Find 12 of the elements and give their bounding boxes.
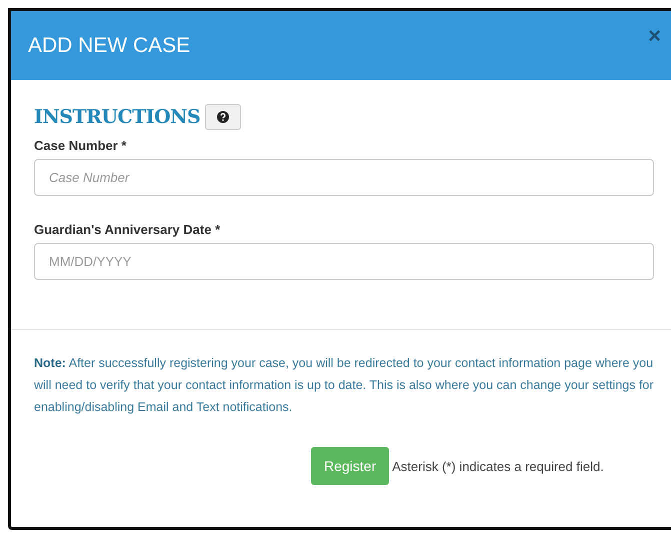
close-button[interactable]: ×	[648, 23, 661, 49]
required-hint: Asterisk (*) indicates a required field.	[392, 458, 604, 474]
modal-title: ADD NEW CASE	[28, 34, 190, 58]
field-label: Guardian's Anniversary Date *	[34, 222, 222, 237]
input-field[interactable]: Case Number	[34, 159, 654, 196]
note-text: Note: After successfully registering your case, you will be redirected to your contact information page where you will need to verify that your contact information is up to date. This is also where you can change your settings for enabling/disabling Email and Text notifications.	[34, 355, 655, 416]
help-button[interactable]	[205, 104, 242, 130]
field-label: Case Number *	[34, 138, 128, 153]
input-field[interactable]: MM/DD/YYYY	[34, 243, 654, 280]
register-button[interactable]: Register	[311, 447, 390, 485]
question-icon	[217, 111, 230, 123]
instructions-heading: INSTRUCTIONS	[34, 106, 200, 128]
